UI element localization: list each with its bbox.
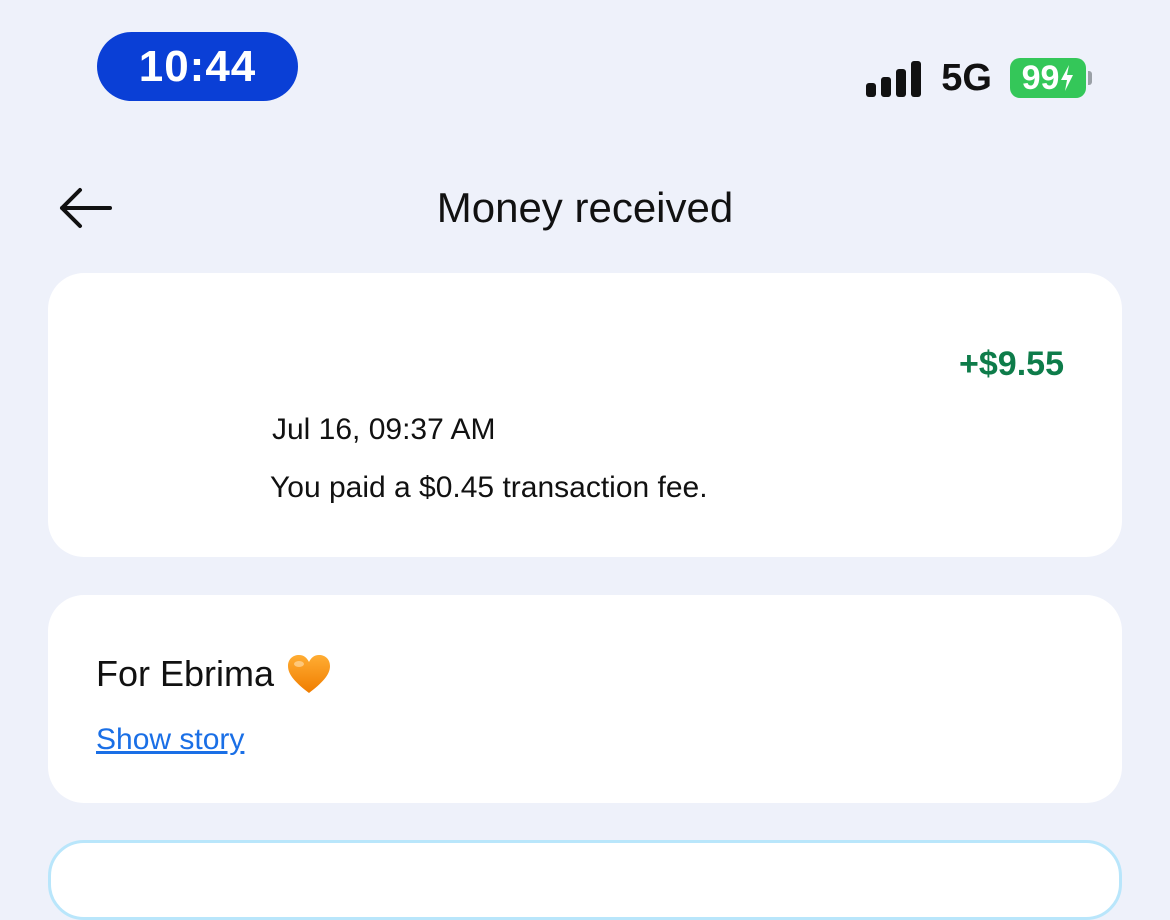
orange-heart-icon (288, 655, 331, 693)
show-story-link[interactable]: Show story (96, 723, 244, 757)
story-card: For Ebrima Show story (48, 595, 1122, 803)
transaction-summary-card: +$9.55 Jul 16, 09:37 AM You paid a $0.45… (48, 273, 1122, 557)
cellular-signal-icon (866, 59, 922, 97)
story-title-row: For Ebrima (96, 653, 332, 695)
battery-level: 99 (1021, 58, 1060, 97)
transaction-fee-note: You paid a $0.45 transaction fee. (270, 471, 708, 504)
page-title: Money received (436, 184, 734, 231)
status-time: 10:44 (97, 32, 298, 101)
story-title: For Ebrima (96, 653, 275, 694)
next-card-partial (48, 840, 1122, 920)
transaction-amount: +$9.55 (959, 345, 1064, 383)
status-indicators: 5G 99 (866, 56, 1092, 100)
network-type: 5G (941, 56, 992, 99)
transaction-datetime: Jul 16, 09:37 AM (272, 413, 496, 446)
battery-charging-icon: 99 (1010, 58, 1092, 98)
